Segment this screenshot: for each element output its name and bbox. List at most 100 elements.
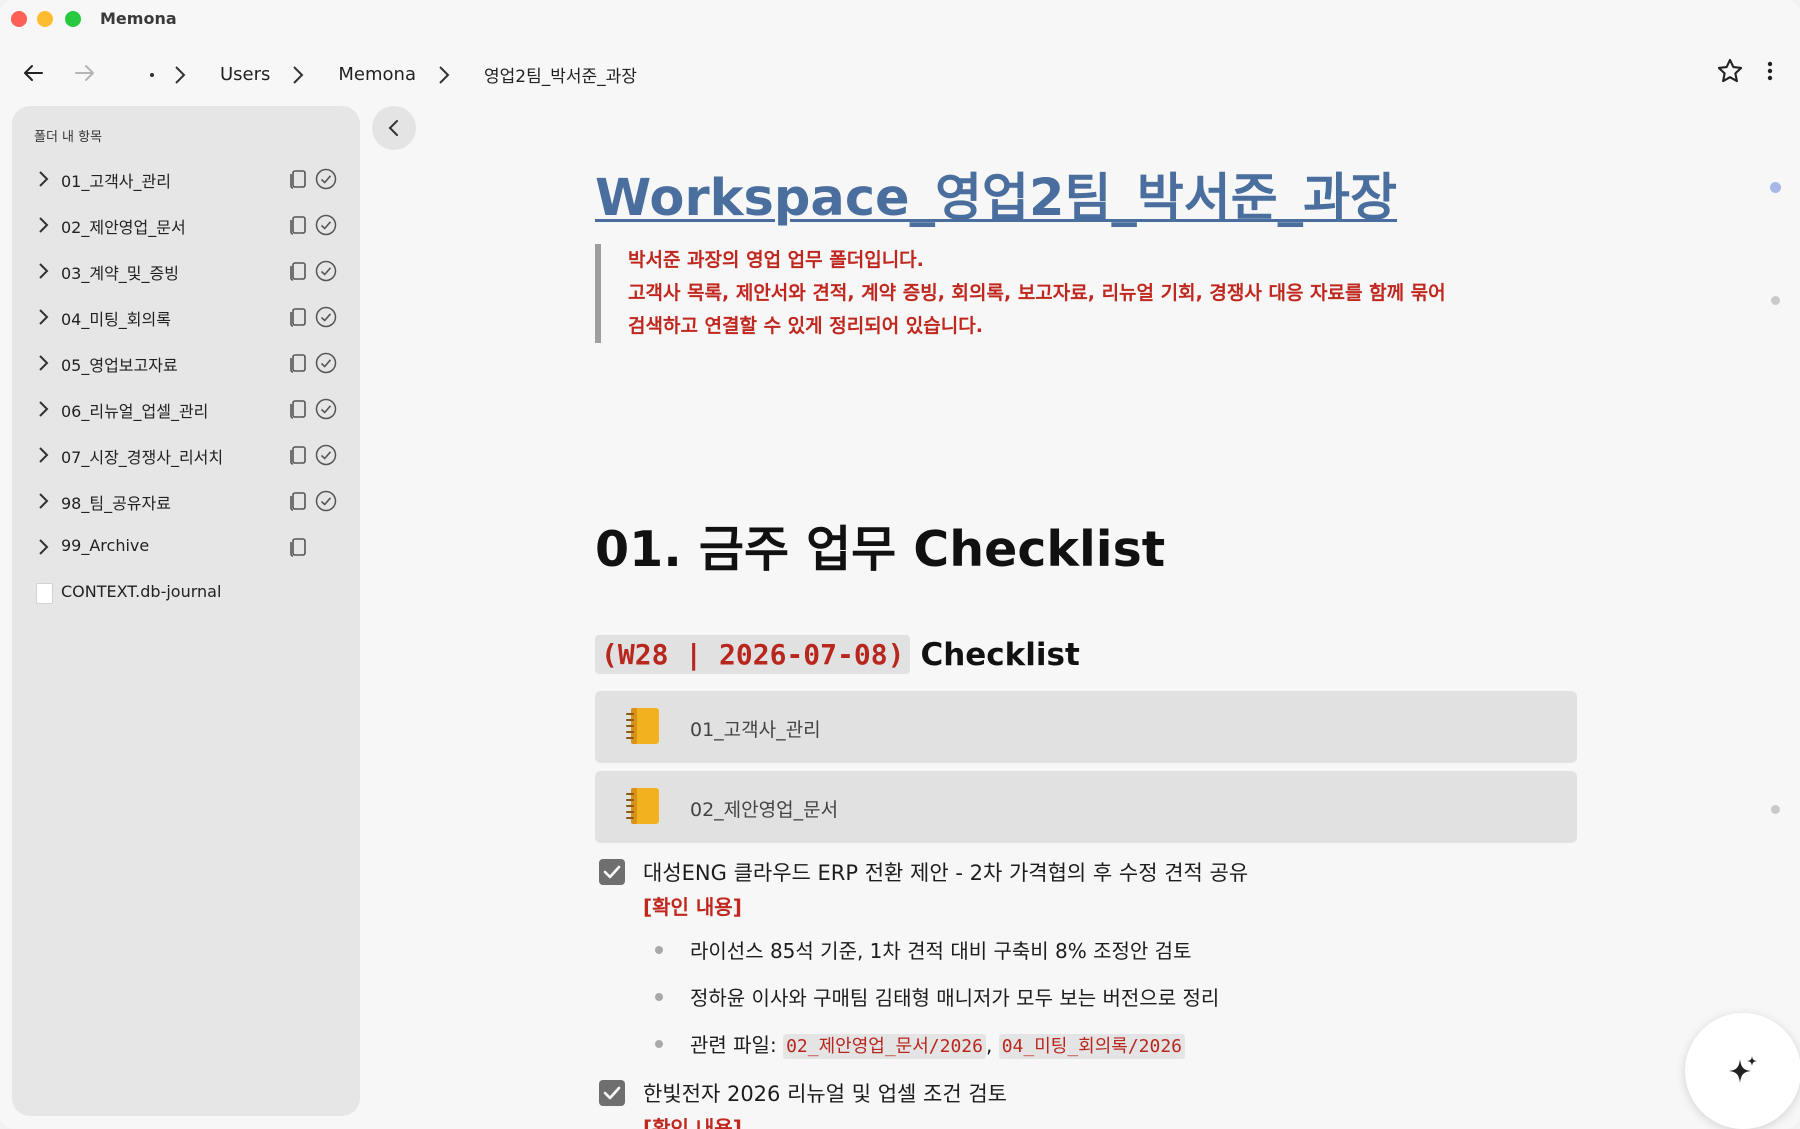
confirm-label: [확인 내용] bbox=[643, 895, 742, 919]
chevron-right-icon[interactable] bbox=[34, 308, 52, 326]
copy-icon[interactable] bbox=[287, 214, 309, 236]
notebook-link-label: 02_제안영업_문서 bbox=[690, 799, 839, 821]
forward-button[interactable] bbox=[70, 58, 100, 88]
chevron-right-icon[interactable] bbox=[34, 354, 52, 372]
star-icon bbox=[1717, 58, 1743, 83]
sidebar-item-label: CONTEXT.db-journal bbox=[61, 582, 222, 601]
check-circle-icon[interactable] bbox=[315, 260, 337, 282]
chevron-left-icon bbox=[388, 120, 398, 136]
notebook-icon bbox=[626, 788, 659, 824]
checklist-title: Checklist bbox=[920, 636, 1080, 673]
copy-icon[interactable] bbox=[287, 352, 309, 374]
copy-icon[interactable] bbox=[287, 168, 309, 190]
title-bar: Memona bbox=[0, 0, 1800, 40]
copy-icon[interactable] bbox=[287, 398, 309, 420]
check-circle-icon[interactable] bbox=[315, 444, 337, 466]
sidebar-item[interactable]: 02_제안영업_문서 bbox=[12, 202, 360, 248]
check-circle-icon[interactable] bbox=[315, 306, 337, 328]
intro-line: 박서준 과장의 영업 업무 폴더입니다. bbox=[628, 249, 924, 271]
related-files: 관련 파일: 02_제안영업_문서/2026, 04_미팅_회의록/2026 bbox=[690, 1029, 1186, 1059]
list-item-text: 라이선스 85석 기준, 1차 견적 대비 구축비 8% 조정안 검토 bbox=[690, 939, 1192, 963]
chevron-right-icon[interactable] bbox=[34, 492, 52, 510]
sidebar-item[interactable]: 01_고객사_관리 bbox=[12, 156, 360, 202]
chevron-right-icon[interactable] bbox=[34, 170, 52, 188]
notebook-icon bbox=[626, 708, 659, 744]
maximize-window-button[interactable] bbox=[65, 11, 81, 27]
chevron-right-icon bbox=[438, 65, 464, 85]
toolbar: Users Memona 영업2팀_박서준_과장 bbox=[0, 40, 1800, 104]
notebook-link-card[interactable]: 02_제안영업_문서 bbox=[595, 771, 1577, 843]
check-circle-icon[interactable] bbox=[315, 398, 337, 420]
task-checkbox[interactable] bbox=[599, 1080, 625, 1106]
sidebar-item[interactable]: 98_팀_공유자료 bbox=[12, 478, 360, 524]
notebook-link-label: 01_고객사_관리 bbox=[690, 719, 821, 741]
check-circle-icon[interactable] bbox=[315, 214, 337, 236]
copy-icon[interactable] bbox=[287, 260, 309, 282]
sidebar-item[interactable]: 07_시장_경쟁사_리서치 bbox=[12, 432, 360, 478]
more-options-button[interactable] bbox=[1758, 57, 1782, 89]
breadcrumb-memona[interactable]: Memona bbox=[338, 64, 416, 85]
sidebar-item[interactable]: 05_영업보고자료 bbox=[12, 340, 360, 386]
sidebar-item-label: 98_팀_공유자료 bbox=[61, 494, 171, 513]
sidebar-item[interactable]: 03_계약_및_증빙 bbox=[12, 248, 360, 294]
list-item-text: 정하윤 이사와 구매팀 김태형 매니저가 모두 보는 버전으로 정리 bbox=[690, 986, 1220, 1010]
copy-icon[interactable] bbox=[287, 536, 309, 558]
sidebar-item-label: 99_Archive bbox=[61, 536, 150, 555]
notebook-link-card[interactable]: 01_고객사_관리 bbox=[595, 691, 1577, 763]
task-text[interactable]: 대성ENG 클라우드 ERP 전환 제안 - 2차 가격협의 후 수정 견적 공… bbox=[643, 857, 1248, 887]
breadcrumb-root-dot[interactable] bbox=[150, 72, 154, 77]
chevron-right-icon[interactable] bbox=[34, 216, 52, 234]
sparkle-icon bbox=[1729, 1056, 1757, 1083]
bullet-icon bbox=[655, 946, 663, 954]
minimize-window-button[interactable] bbox=[37, 11, 53, 27]
outline-marker[interactable] bbox=[1770, 182, 1781, 193]
copy-icon[interactable] bbox=[287, 306, 309, 328]
chevron-right-icon[interactable] bbox=[34, 538, 52, 556]
breadcrumb-users[interactable]: Users bbox=[220, 64, 270, 85]
task-text[interactable]: 한빛전자 2026 리뉴얼 및 업셀 조건 검토 bbox=[643, 1078, 1007, 1108]
sidebar: 폴더 내 항목 01_고객사_관리 02_제안영업_문서 03_계약_및_증빙 04_… bbox=[12, 106, 360, 1116]
section-heading: 01. 금주 업무 Checklist bbox=[595, 521, 1166, 578]
sidebar-item-label: 03_계약_및_증빙 bbox=[61, 264, 179, 283]
intro-blockquote: 박서준 과장의 영업 업무 폴더입니다. 고객사 목록, 제안서와 견적, 계약… bbox=[595, 244, 1608, 343]
outline-marker[interactable] bbox=[1771, 805, 1780, 814]
file-icon bbox=[36, 583, 53, 604]
outline-marker[interactable] bbox=[1771, 296, 1780, 305]
chevron-right-icon[interactable] bbox=[34, 400, 52, 418]
favorite-button[interactable] bbox=[1716, 57, 1748, 89]
arrow-left-icon bbox=[24, 65, 43, 81]
back-button[interactable] bbox=[18, 58, 48, 88]
breadcrumb-current[interactable]: 영업2팀_박서준_과장 bbox=[484, 62, 637, 87]
ai-assistant-button[interactable] bbox=[1685, 1013, 1800, 1129]
sidebar-item-label: 05_영업보고자료 bbox=[61, 356, 178, 375]
arrow-right-icon bbox=[75, 65, 94, 81]
folder-tree: 01_고객사_관리 02_제안영업_문서 03_계약_및_증빙 04_미팅_회의록 05… bbox=[12, 156, 360, 616]
copy-icon[interactable] bbox=[287, 490, 309, 512]
checkmark-icon bbox=[603, 865, 621, 879]
sidebar-item[interactable]: 06_리뉴얼_업셀_관리 bbox=[12, 386, 360, 432]
chevron-right-icon[interactable] bbox=[34, 446, 52, 464]
collapse-sidebar-button[interactable] bbox=[372, 106, 416, 150]
sidebar-item[interactable]: 99_Archive bbox=[12, 524, 360, 570]
file-path-code[interactable]: 04_미팅_회의록/2026 bbox=[998, 1034, 1186, 1059]
close-window-button[interactable] bbox=[11, 11, 27, 27]
document-title[interactable]: Workspace_영업2팀_박서준_과장 bbox=[595, 156, 1397, 230]
sidebar-item-label: 06_리뉴얼_업셀_관리 bbox=[61, 402, 209, 421]
sidebar-item-label: 01_고객사_관리 bbox=[61, 172, 171, 191]
sidebar-item[interactable]: CONTEXT.db-journal bbox=[12, 570, 360, 616]
file-path-code[interactable]: 02_제안영업_문서/2026 bbox=[783, 1034, 986, 1059]
chevron-right-icon bbox=[292, 65, 318, 85]
app-window: Memona Users Memona 영업2팀_박서준_과장 폴더 내 항목 … bbox=[0, 0, 1800, 1129]
related-files-label: 관련 파일: bbox=[690, 1033, 777, 1057]
breadcrumb: Users Memona 영업2팀_박서준_과장 bbox=[150, 62, 659, 87]
check-circle-icon[interactable] bbox=[315, 352, 337, 374]
copy-icon[interactable] bbox=[287, 444, 309, 466]
confirm-label: [확인 내용] bbox=[643, 1116, 742, 1129]
sidebar-item[interactable]: 04_미팅_회의록 bbox=[12, 294, 360, 340]
check-circle-icon[interactable] bbox=[315, 168, 337, 190]
check-circle-icon[interactable] bbox=[315, 490, 337, 512]
sidebar-item-label: 02_제안영업_문서 bbox=[61, 218, 186, 237]
chevron-right-icon[interactable] bbox=[34, 262, 52, 280]
bullet-icon bbox=[655, 993, 663, 1001]
task-checkbox[interactable] bbox=[599, 859, 625, 885]
